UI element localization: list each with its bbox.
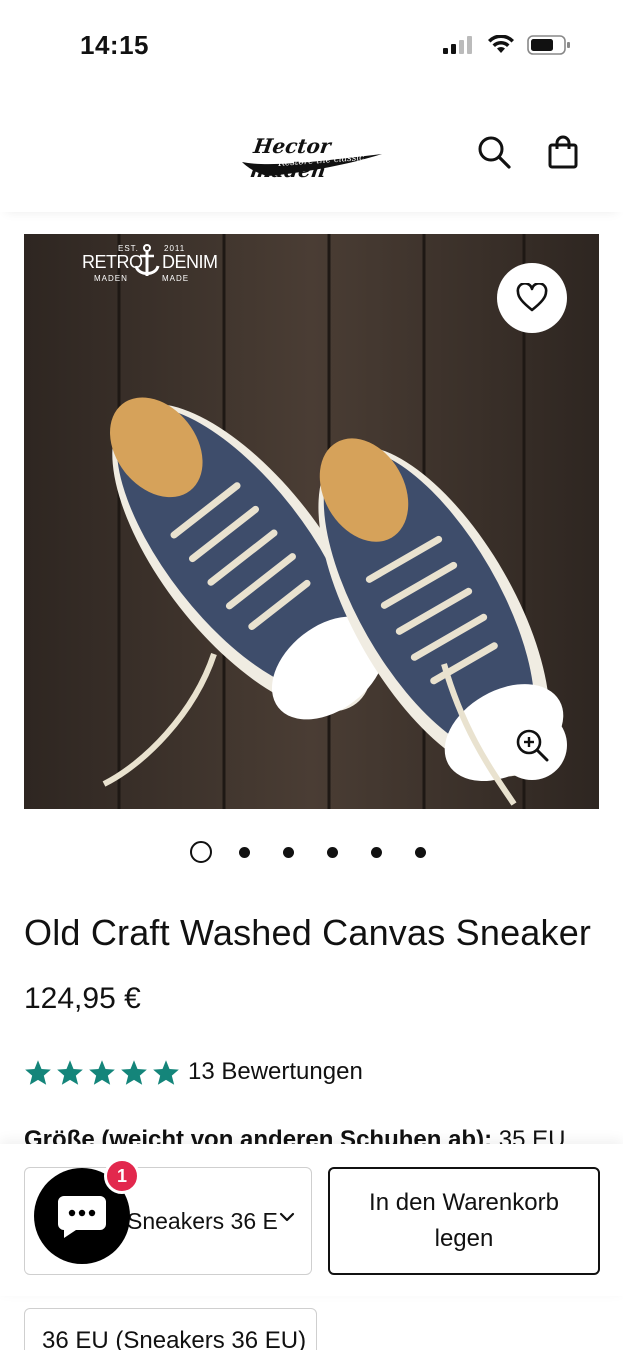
search-icon (478, 136, 511, 169)
review-count: 13 Bewertungen (188, 1058, 363, 1085)
shopping-bag-icon (548, 135, 578, 169)
wishlist-button[interactable] (497, 263, 567, 333)
star-icon (25, 1059, 51, 1085)
stamp-made: MADE (162, 274, 190, 283)
add-to-cart-button[interactable]: In den Warenkorb legen (328, 1167, 600, 1275)
star-icon (153, 1059, 179, 1085)
product-price: 124,95 € (24, 982, 141, 1015)
star-icon (121, 1059, 147, 1085)
status-time: 14:15 (80, 30, 149, 60)
anchor-icon (134, 244, 160, 276)
brand-stamp: EST. 2011 RETRO DENIM MADEN MADE (82, 240, 218, 290)
star-icon (57, 1059, 83, 1085)
sticky-add-to-cart-bar: Sneakers 36 E In den Warenkorb legen 1 (0, 1144, 623, 1296)
size-option-button[interactable]: 36 EU (Sneakers 36 EU) (24, 1308, 317, 1350)
variant-select-value: Sneakers 36 E (127, 1207, 278, 1234)
gallery-dot-4[interactable] (327, 846, 338, 858)
chat-notification-badge: 1 (104, 1158, 140, 1194)
rating-stars (24, 1059, 180, 1086)
status-icons (443, 34, 571, 56)
search-button[interactable] (474, 132, 514, 172)
battery-icon (527, 35, 570, 55)
product-rating[interactable]: 13 Bewertungen (24, 1058, 363, 1086)
cellular-signal-icon (443, 36, 472, 54)
stamp-denim: DENIM (162, 252, 218, 272)
chevron-down-icon (279, 1212, 295, 1222)
gallery-dot-1[interactable] (190, 841, 212, 863)
gallery-dot-6[interactable] (415, 846, 426, 858)
product-image[interactable]: EST. 2011 RETRO DENIM MADEN MADE (24, 234, 599, 809)
zoom-button[interactable] (497, 710, 567, 780)
brand-logo[interactable]: Hector maden Restore the classic (240, 128, 385, 182)
product-title: Old Craft Washed Canvas Sneaker (24, 912, 592, 953)
gallery-dot-3[interactable] (283, 846, 294, 858)
gallery-dot-2[interactable] (239, 846, 250, 858)
zoom-in-icon (516, 729, 549, 762)
cart-button[interactable] (543, 132, 583, 172)
wifi-icon (488, 35, 514, 53)
star-icon (89, 1059, 115, 1085)
gallery-pagination (190, 840, 459, 864)
heart-icon (516, 283, 548, 312)
stamp-maden: MADEN (94, 274, 128, 283)
gallery-dot-5[interactable] (371, 846, 382, 858)
chat-bubble-icon (58, 1196, 106, 1238)
site-header: Hector maden Restore the classic (0, 92, 623, 212)
status-bar: 14:15 (0, 0, 623, 92)
